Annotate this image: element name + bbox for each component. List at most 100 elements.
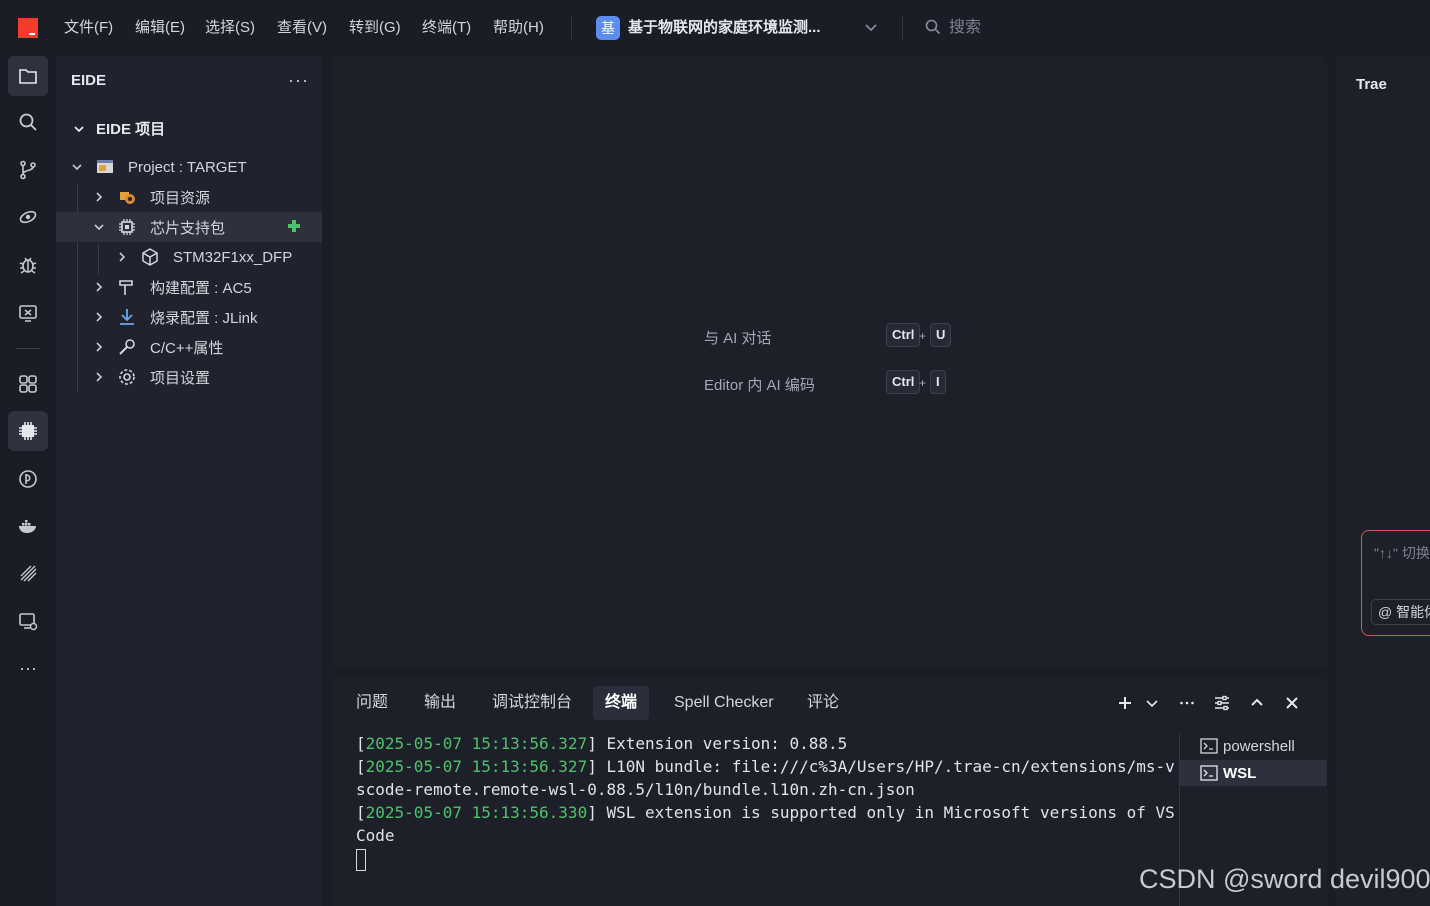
menu-help[interactable]: 帮助(H) bbox=[493, 18, 544, 38]
title-divider bbox=[902, 16, 903, 40]
chevron-right-icon bbox=[96, 192, 103, 202]
package-icon bbox=[139, 246, 161, 268]
terminal-cursor bbox=[356, 848, 366, 871]
terminal-list-item-wsl[interactable]: WSL bbox=[1180, 760, 1327, 786]
trae-logo-icon bbox=[18, 18, 38, 38]
tree-label: 烧录配置 : JLink bbox=[150, 309, 258, 327]
log-timestamp: 2025-05-07 15:13:56.327 bbox=[365, 734, 588, 753]
log-timestamp: 2025-05-07 15:13:56.327 bbox=[365, 757, 588, 776]
eide-chip-icon[interactable] bbox=[8, 411, 48, 451]
project-title[interactable]: 基于物联网的家庭环境监测... bbox=[628, 17, 821, 39]
tree-stm32-dfp[interactable]: STM32F1xx_DFP bbox=[56, 242, 322, 272]
command-search-input[interactable]: 搜索 bbox=[949, 17, 981, 39]
remote-icon[interactable] bbox=[8, 197, 48, 237]
platformio-icon[interactable] bbox=[8, 459, 48, 499]
download-icon bbox=[116, 306, 138, 328]
terminal-list-item-powershell[interactable]: powershell bbox=[1180, 733, 1327, 759]
tree-build-config[interactable]: 构建配置 : AC5 bbox=[56, 272, 322, 302]
remote-explorer-icon[interactable] bbox=[8, 293, 48, 333]
debug-icon[interactable] bbox=[8, 245, 48, 285]
chevron-right-icon bbox=[96, 282, 103, 292]
terminal-icon bbox=[1200, 738, 1218, 754]
menu-terminal[interactable]: 终端(T) bbox=[422, 18, 471, 38]
tab-comments[interactable]: 评论 bbox=[795, 686, 851, 720]
editor-welcome-area: 与 AI 对话 Ctrl + U Editor 内 AI 编码 Ctrl + I bbox=[331, 56, 1327, 669]
more-icon[interactable]: ··· bbox=[8, 648, 48, 688]
kbd-plus: + bbox=[919, 376, 927, 390]
chevron-right-icon bbox=[96, 342, 103, 352]
chevron-right-icon bbox=[119, 252, 126, 262]
hint-ai-chat-label: 与 AI 对话 bbox=[704, 330, 772, 347]
search-icon[interactable] bbox=[8, 102, 48, 142]
chevron-right-icon bbox=[96, 372, 103, 382]
kbd-u: U bbox=[930, 323, 952, 347]
chevron-down-icon[interactable] bbox=[1142, 693, 1162, 713]
docker-icon[interactable] bbox=[8, 506, 48, 546]
menu-view[interactable]: 查看(V) bbox=[277, 18, 327, 38]
tree-label: C/C++属性 bbox=[150, 339, 224, 357]
kbd-ctrl: Ctrl bbox=[886, 323, 921, 347]
kbd-ctrl: Ctrl bbox=[886, 370, 921, 394]
tree-project-target[interactable]: Project : TARGET bbox=[56, 152, 322, 182]
tree-label: STM32F1xx_DFP bbox=[173, 248, 293, 266]
chevron-right-icon bbox=[96, 312, 103, 322]
menu-file[interactable]: 文件(F) bbox=[64, 18, 113, 38]
menu-edit[interactable]: 编辑(E) bbox=[135, 18, 185, 38]
project-avatar[interactable]: 基 bbox=[596, 16, 620, 40]
menu-go[interactable]: 转到(G) bbox=[349, 18, 401, 38]
layout-settings-icon[interactable] bbox=[1212, 693, 1232, 713]
add-pack-icon[interactable] bbox=[286, 218, 302, 234]
source-control-icon[interactable] bbox=[8, 150, 48, 190]
close-icon[interactable] bbox=[1282, 693, 1302, 713]
tree-project-resources[interactable]: 项目资源 bbox=[56, 182, 322, 212]
tree-label: 构建配置 : AC5 bbox=[150, 279, 252, 297]
eide-projects-section[interactable]: EIDE 项目 bbox=[72, 118, 165, 139]
tab-problems[interactable]: 问题 bbox=[344, 686, 400, 720]
more-icon[interactable] bbox=[1177, 693, 1197, 713]
terminal-line: [2025-05-07 15:13:56.327] L10N bundle: f… bbox=[356, 757, 1175, 799]
terminal-output[interactable]: [2025-05-07 15:13:56.327] Extension vers… bbox=[356, 732, 1176, 871]
kbd-i: I bbox=[930, 370, 946, 394]
tree-flash-config[interactable]: 烧录配置 : JLink bbox=[56, 302, 322, 332]
chevron-down-icon[interactable] bbox=[862, 18, 880, 36]
sidebar-more-button[interactable]: ··· bbox=[288, 70, 309, 91]
new-terminal-icon[interactable] bbox=[1115, 693, 1135, 713]
flash-icon[interactable] bbox=[8, 553, 48, 593]
terminal-name: WSL bbox=[1223, 764, 1257, 782]
tree-project-settings[interactable]: 项目设置 bbox=[56, 362, 322, 392]
chip-icon bbox=[116, 216, 138, 238]
trae-ai-panel: Trae "↑↓" 切换 @ 智能体 bbox=[1336, 56, 1430, 906]
tab-output[interactable]: 输出 bbox=[412, 686, 468, 720]
tab-spell-checker[interactable]: Spell Checker bbox=[662, 686, 786, 720]
remote-monitor-icon[interactable] bbox=[8, 601, 48, 641]
sidebar-title: EIDE bbox=[71, 72, 107, 89]
section-title: EIDE 项目 bbox=[96, 121, 166, 138]
title-divider bbox=[571, 16, 572, 40]
resources-icon bbox=[116, 186, 138, 208]
hammer-icon bbox=[116, 276, 138, 298]
terminal-line: [2025-05-07 15:13:56.330] WSL extension … bbox=[356, 803, 1175, 845]
maximize-panel-icon[interactable] bbox=[1247, 693, 1267, 713]
menu-selection[interactable]: 选择(S) bbox=[205, 18, 255, 38]
extensions-icon[interactable] bbox=[8, 364, 48, 404]
tab-debug-console[interactable]: 调试控制台 bbox=[480, 686, 584, 720]
chat-input[interactable]: "↑↓" 切换 @ 智能体 bbox=[1361, 530, 1430, 636]
ai-panel-title: Trae bbox=[1356, 76, 1387, 93]
search-icon[interactable] bbox=[924, 18, 942, 36]
tree-label: 项目设置 bbox=[150, 369, 211, 387]
gear-icon bbox=[116, 366, 138, 388]
agent-chip[interactable]: @ 智能体 bbox=[1371, 599, 1430, 625]
chevron-down-icon bbox=[94, 224, 104, 231]
explorer-icon[interactable] bbox=[8, 56, 48, 96]
tab-terminal[interactable]: 终端 bbox=[593, 686, 650, 720]
tree-chip-support-pack[interactable]: 芯片支持包 bbox=[56, 212, 322, 242]
more-label: ··· bbox=[19, 657, 37, 678]
chevron-down-icon bbox=[72, 164, 82, 171]
tree-label: Project : TARGET bbox=[128, 158, 247, 176]
tree-label: 项目资源 bbox=[150, 189, 211, 207]
terminal-name: powershell bbox=[1223, 737, 1295, 755]
log-text: Extension version: 0.88.5 bbox=[606, 734, 848, 753]
chevron-down-icon bbox=[74, 125, 84, 132]
log-timestamp: 2025-05-07 15:13:56.330 bbox=[365, 803, 588, 822]
tree-cpp-properties[interactable]: C/C++属性 bbox=[56, 332, 322, 362]
